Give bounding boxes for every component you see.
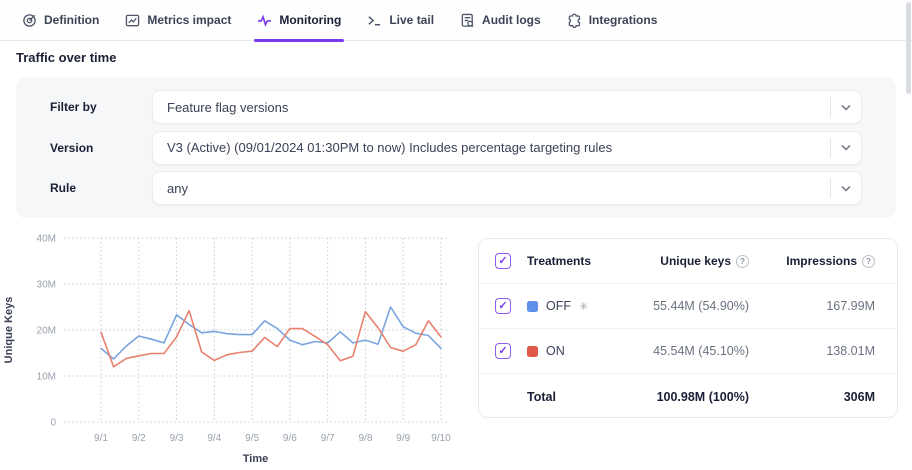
- monitoring-page: Definition Metrics impact Monitoring: [0, 0, 912, 470]
- svg-text:9/9: 9/9: [396, 433, 410, 444]
- svg-text:20M: 20M: [37, 326, 56, 337]
- tab-label: Monitoring: [279, 13, 341, 27]
- check-icon: ✓: [498, 346, 507, 357]
- tab-definition[interactable]: Definition: [22, 0, 99, 41]
- chevron-down-icon: [831, 144, 861, 151]
- off-color-swatch: [527, 301, 538, 312]
- chevron-down-icon: [831, 104, 861, 111]
- filter-row-version: Version V3 (Active) (09/01/2024 01:30PM …: [50, 131, 862, 165]
- rule-select[interactable]: any: [152, 171, 862, 205]
- off-impressions: 167.99M: [771, 299, 897, 313]
- tab-label: Metrics impact: [147, 13, 231, 27]
- select-all-checkbox[interactable]: ✓: [495, 253, 511, 269]
- svg-text:9/2: 9/2: [132, 433, 146, 444]
- svg-text:40M: 40M: [37, 234, 56, 245]
- treatments-table: ✓ Treatments Unique keys ? Impressions ?…: [478, 238, 898, 418]
- tab-monitoring[interactable]: Monitoring: [257, 0, 341, 41]
- svg-text:9/7: 9/7: [321, 433, 335, 444]
- treatment-name: ON: [546, 344, 565, 358]
- on-color-swatch: [527, 346, 538, 357]
- off-treatment-checkbox[interactable]: ✓: [495, 298, 511, 314]
- live-tail-icon: [367, 13, 382, 28]
- monitoring-icon: [257, 13, 272, 28]
- treatments-column-header: Treatments: [527, 254, 609, 268]
- tab-label: Audit logs: [482, 13, 541, 27]
- version-label: Version: [50, 141, 152, 155]
- integrations-icon: [567, 13, 582, 28]
- on-impressions: 138.01M: [771, 344, 897, 358]
- total-impressions: 306M: [771, 390, 897, 404]
- svg-text:9/8: 9/8: [358, 433, 372, 444]
- table-row-on: ✓ ON 45.54M (45.10%) 138.01M: [479, 329, 897, 374]
- filter-panel: Filter by Feature flag versions Version …: [16, 77, 896, 218]
- off-unique-keys: 55.44M (54.90%): [609, 299, 771, 313]
- on-unique-keys: 45.54M (45.10%): [609, 344, 771, 358]
- metrics-impact-icon: [125, 13, 140, 28]
- filter-row-filter-by: Filter by Feature flag versions: [50, 90, 862, 124]
- filter-by-select[interactable]: Feature flag versions: [152, 90, 862, 124]
- svg-text:0: 0: [50, 418, 56, 429]
- scrollbar-track: [904, 0, 912, 470]
- filter-row-rule: Rule any: [50, 171, 862, 205]
- help-icon[interactable]: ?: [862, 255, 875, 268]
- svg-text:Time: Time: [243, 453, 268, 465]
- unique-keys-column-header: Unique keys ?: [609, 254, 771, 268]
- chevron-down-icon: [831, 185, 861, 192]
- tab-bar: Definition Metrics impact Monitoring: [0, 0, 912, 41]
- traffic-chart-svg: 0 10M 20M 30M 40M 9/1 9/2 9/3 9/4 9/5 9/6 9/7 9/8 9/9…: [0, 225, 470, 470]
- svg-text:9/1: 9/1: [94, 433, 108, 444]
- tab-label: Definition: [44, 13, 99, 27]
- svg-text:9/10: 9/10: [431, 433, 451, 444]
- definition-icon: [22, 13, 37, 28]
- table-row-off: ✓ OFF ✳ 55.44M (54.90%) 167.99M: [479, 284, 897, 329]
- tab-metrics-impact[interactable]: Metrics impact: [125, 0, 231, 41]
- total-unique-keys: 100.98M (100%): [609, 390, 771, 404]
- svg-text:30M: 30M: [37, 280, 56, 291]
- svg-text:9/6: 9/6: [283, 433, 297, 444]
- check-icon: ✓: [498, 256, 507, 267]
- version-value: V3 (Active) (09/01/2024 01:30PM to now) …: [153, 140, 830, 155]
- scrollbar-thumb[interactable]: [906, 2, 911, 94]
- impressions-column-header: Impressions ?: [771, 254, 897, 268]
- table-total-row: Total 100.98M (100%) 306M: [479, 374, 897, 418]
- svg-text:9/3: 9/3: [170, 433, 184, 444]
- svg-text:9/4: 9/4: [207, 433, 221, 444]
- rule-label: Rule: [50, 181, 152, 195]
- table-header-row: ✓ Treatments Unique keys ? Impressions ?: [479, 239, 897, 284]
- audit-logs-icon: [460, 13, 475, 28]
- version-select[interactable]: V3 (Active) (09/01/2024 01:30PM to now) …: [152, 131, 862, 165]
- svg-text:9/5: 9/5: [245, 433, 259, 444]
- on-treatment-checkbox[interactable]: ✓: [495, 343, 511, 359]
- tab-integrations[interactable]: Integrations: [567, 0, 658, 41]
- tab-label: Integrations: [589, 13, 658, 27]
- traffic-chart: 0 10M 20M 30M 40M 9/1 9/2 9/3 9/4 9/5 9/6 9/7 9/8 9/9…: [0, 225, 470, 470]
- treatment-name: OFF: [546, 299, 571, 313]
- filter-by-label: Filter by: [50, 100, 152, 114]
- total-label: Total: [527, 390, 609, 404]
- svg-text:10M: 10M: [37, 372, 56, 383]
- tab-live-tail[interactable]: Live tail: [367, 0, 434, 41]
- tab-label: Live tail: [389, 13, 434, 27]
- help-icon[interactable]: ?: [736, 255, 749, 268]
- filter-by-value: Feature flag versions: [153, 100, 830, 115]
- svg-text:Unique Keys: Unique Keys: [3, 297, 15, 364]
- page-title: Traffic over time: [16, 50, 116, 65]
- check-icon: ✓: [498, 301, 507, 312]
- active-tab-underline: [254, 39, 344, 42]
- default-treatment-icon: ✳: [579, 300, 588, 313]
- rule-value: any: [153, 181, 830, 196]
- tab-audit-logs[interactable]: Audit logs: [460, 0, 541, 41]
